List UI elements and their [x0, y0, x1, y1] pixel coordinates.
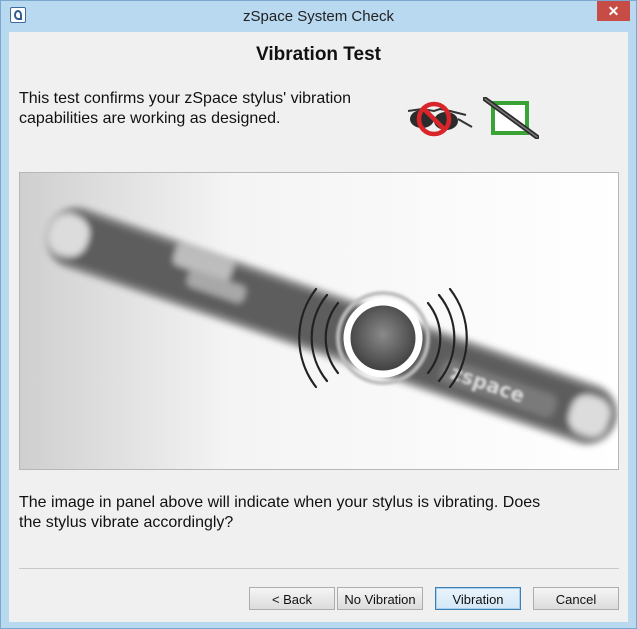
window-title: zSpace System Check	[243, 8, 394, 25]
no-vibration-button[interactable]: No Vibration	[337, 587, 423, 610]
vibration-image-panel: zspace	[19, 172, 619, 470]
glasses-not-required-icon	[407, 101, 473, 137]
vibrating-stylus-image: zspace	[20, 173, 618, 469]
stylus-checked-icon	[483, 97, 539, 139]
cancel-button[interactable]: Cancel	[533, 587, 619, 610]
dialog-content: Vibration Test This test confirms your z…	[9, 32, 628, 622]
title-bar[interactable]: zSpace System Check ✕	[1, 1, 636, 32]
intro-text: This test confirms your zSpace stylus' v…	[19, 90, 352, 127]
dialog-window: zSpace System Check ✕ Vibration Test Thi…	[0, 0, 637, 629]
page-title: Vibration Test	[256, 44, 381, 65]
divider	[19, 568, 619, 569]
question-text: The image in panel above will indicate w…	[19, 494, 541, 531]
back-button[interactable]: < Back	[249, 587, 335, 610]
close-button[interactable]: ✕	[597, 1, 630, 21]
vibration-button[interactable]: Vibration	[435, 587, 521, 610]
